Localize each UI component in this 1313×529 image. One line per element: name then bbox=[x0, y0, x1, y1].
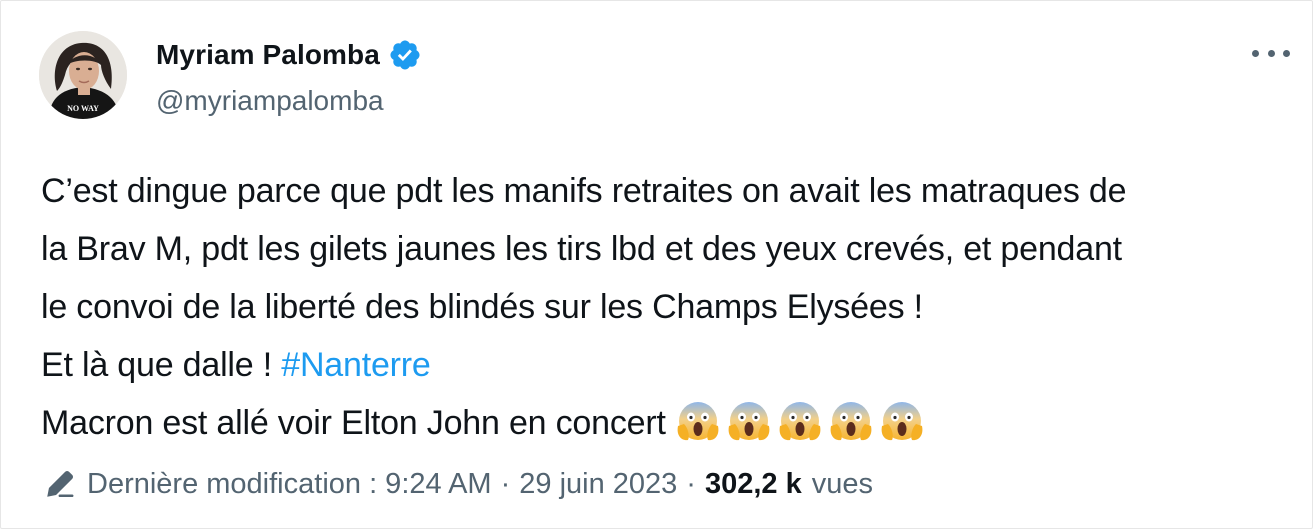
tweet-line-with-emoji: Macron est allé voir Elton John en conce… bbox=[41, 394, 1291, 452]
tweet-line: le convoi de la liberté des blindés sur … bbox=[41, 288, 923, 326]
edit-pencil-icon bbox=[47, 470, 74, 498]
views-count[interactable]: 302,2 k bbox=[705, 468, 802, 501]
tweet-line-text: Et là que dalle ! bbox=[41, 346, 282, 384]
tweet-line: C’est dingue parce que pdt les manifs re… bbox=[41, 172, 1127, 210]
avatar-shirt-text: NO WAY bbox=[67, 104, 99, 113]
tweet-card: NO WAY Myriam Palomba @myriampalomba C’e… bbox=[0, 0, 1313, 529]
avatar-image: NO WAY bbox=[39, 31, 127, 119]
footer-separator: · bbox=[500, 467, 511, 500]
tweet-line-text: Macron est allé voir Elton John en conce… bbox=[41, 404, 666, 442]
tweet-date[interactable]: 29 juin 2023 bbox=[519, 468, 677, 501]
verified-badge-icon[interactable] bbox=[388, 38, 422, 72]
footer-separator: · bbox=[686, 467, 696, 500]
screaming-face-emoji-icon bbox=[677, 402, 719, 441]
author-display-name[interactable]: Myriam Palomba bbox=[156, 39, 380, 71]
tweet-text: C’est dingue parce que pdt les manifs re… bbox=[41, 162, 1291, 452]
tweet-footer: Dernière modification : 9:24 AM · 29 jui… bbox=[43, 467, 873, 501]
avatar[interactable]: NO WAY bbox=[39, 31, 127, 119]
screaming-face-emoji-icon bbox=[830, 402, 872, 441]
screaming-face-emoji-icon bbox=[728, 402, 770, 441]
hashtag-link[interactable]: #Nanterre bbox=[281, 346, 431, 384]
author-name-row: Myriam Palomba bbox=[156, 38, 422, 72]
more-options-icon[interactable] bbox=[1252, 43, 1290, 63]
tweet-line-with-hashtag: Et là que dalle ! #Nanterre bbox=[41, 336, 1291, 394]
author-handle[interactable]: @myriampalomba bbox=[156, 85, 384, 117]
screaming-face-emoji-icon bbox=[881, 402, 923, 441]
tweet-line: la Brav M, pdt les gilets jaunes les tir… bbox=[41, 230, 1122, 268]
more-dot bbox=[1267, 49, 1275, 57]
screaming-face-emoji-icon bbox=[779, 402, 821, 441]
more-dot bbox=[1252, 49, 1259, 57]
emoji-row bbox=[674, 396, 926, 444]
more-dot bbox=[1283, 49, 1290, 57]
edited-label[interactable]: Dernière modification : 9:24 AM bbox=[87, 468, 492, 501]
views-label: vues bbox=[811, 467, 873, 500]
